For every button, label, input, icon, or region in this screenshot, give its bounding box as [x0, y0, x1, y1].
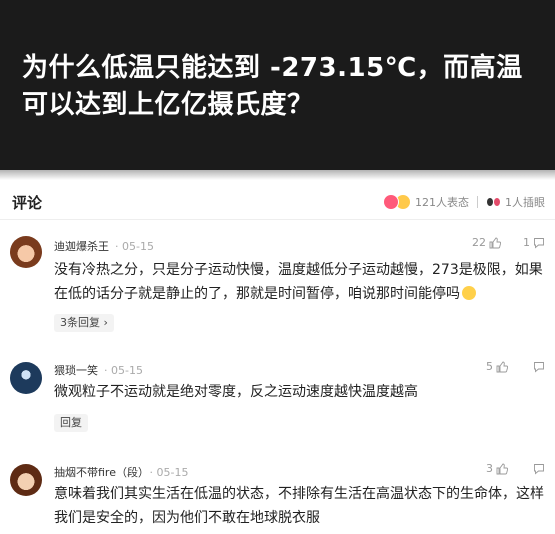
avatar[interactable]: [10, 362, 42, 394]
reply-button[interactable]: 回复: [54, 414, 88, 432]
comment-author[interactable]: 迪迦爆杀王: [54, 240, 109, 253]
reply-bubble-icon: [533, 361, 545, 373]
like-button[interactable]: 3: [486, 462, 508, 475]
reply-bubble-icon: [533, 237, 545, 249]
comment-date: · 05-15: [104, 364, 143, 377]
reply-bubble-icon: [533, 463, 545, 475]
question-header: 为什么低温只能达到 -273.15℃，而高温可以达到上亿亿摄氏度？: [0, 0, 555, 180]
like-count: 3: [486, 462, 493, 475]
comment-date: · 05-15: [149, 466, 189, 479]
like-button[interactable]: 22: [472, 236, 501, 249]
question-title: 为什么低温只能达到 -273.15℃，而高温可以达到上亿亿摄氏度？: [22, 53, 523, 120]
reply-button[interactable]: [530, 463, 545, 475]
comment-item: 猥琐一笑 · 05-15 5 微观粒子不运动就是绝对零度，反之运动速度越快温度越高…: [0, 358, 555, 438]
comment-author[interactable]: 猥琐一笑: [54, 364, 98, 377]
comments-title: 评论: [12, 194, 43, 212]
header-fade: [0, 150, 555, 180]
view-replies-button[interactable]: 3条回复 ›: [54, 314, 114, 332]
insert-count[interactable]: 1人插眼: [505, 194, 545, 210]
comment-author[interactable]: 抽烟不带fire（段）: [54, 466, 143, 479]
reaction-count: 121人表态: [415, 196, 469, 209]
reactions-summary[interactable]: 121人表态 1人插眼: [383, 192, 545, 212]
reply-count: 1: [523, 236, 530, 249]
like-count: 5: [486, 360, 493, 373]
comment-text: 意味着我们其实生活在低温的状态，不排除有生活在高温状态下的生命体，这样我们是安全…: [54, 486, 544, 526]
eyes-icon: [486, 196, 502, 208]
thumbs-up-icon: [496, 463, 508, 475]
divider: [477, 196, 478, 208]
like-count: 22: [472, 236, 486, 249]
emoji-icon: [462, 286, 476, 300]
heart-reaction-icon: [383, 194, 399, 210]
comments-bar: 评论 121人表态 1人插眼: [0, 184, 555, 220]
avatar[interactable]: [10, 464, 42, 496]
like-button[interactable]: 5: [486, 360, 508, 373]
reply-count-button[interactable]: 1: [523, 236, 545, 249]
thumbs-up-icon: [496, 361, 508, 373]
comment-text: 微观粒子不运动就是绝对零度，反之运动速度越快温度越高: [54, 384, 418, 400]
comment-item: 迪迦爆杀王 · 05-15 22 1 没有冷热之分，只是分子运动快慢，温度越低分子…: [0, 232, 555, 342]
thumbs-up-icon: [489, 237, 501, 249]
comment-item: 抽烟不带fire（段） · 05-15 3 意味着我们其实生活在低温的状态，不排除…: [0, 460, 555, 534]
avatar[interactable]: [10, 236, 42, 268]
comment-date: · 05-15: [115, 240, 154, 253]
reply-button[interactable]: [530, 361, 545, 373]
